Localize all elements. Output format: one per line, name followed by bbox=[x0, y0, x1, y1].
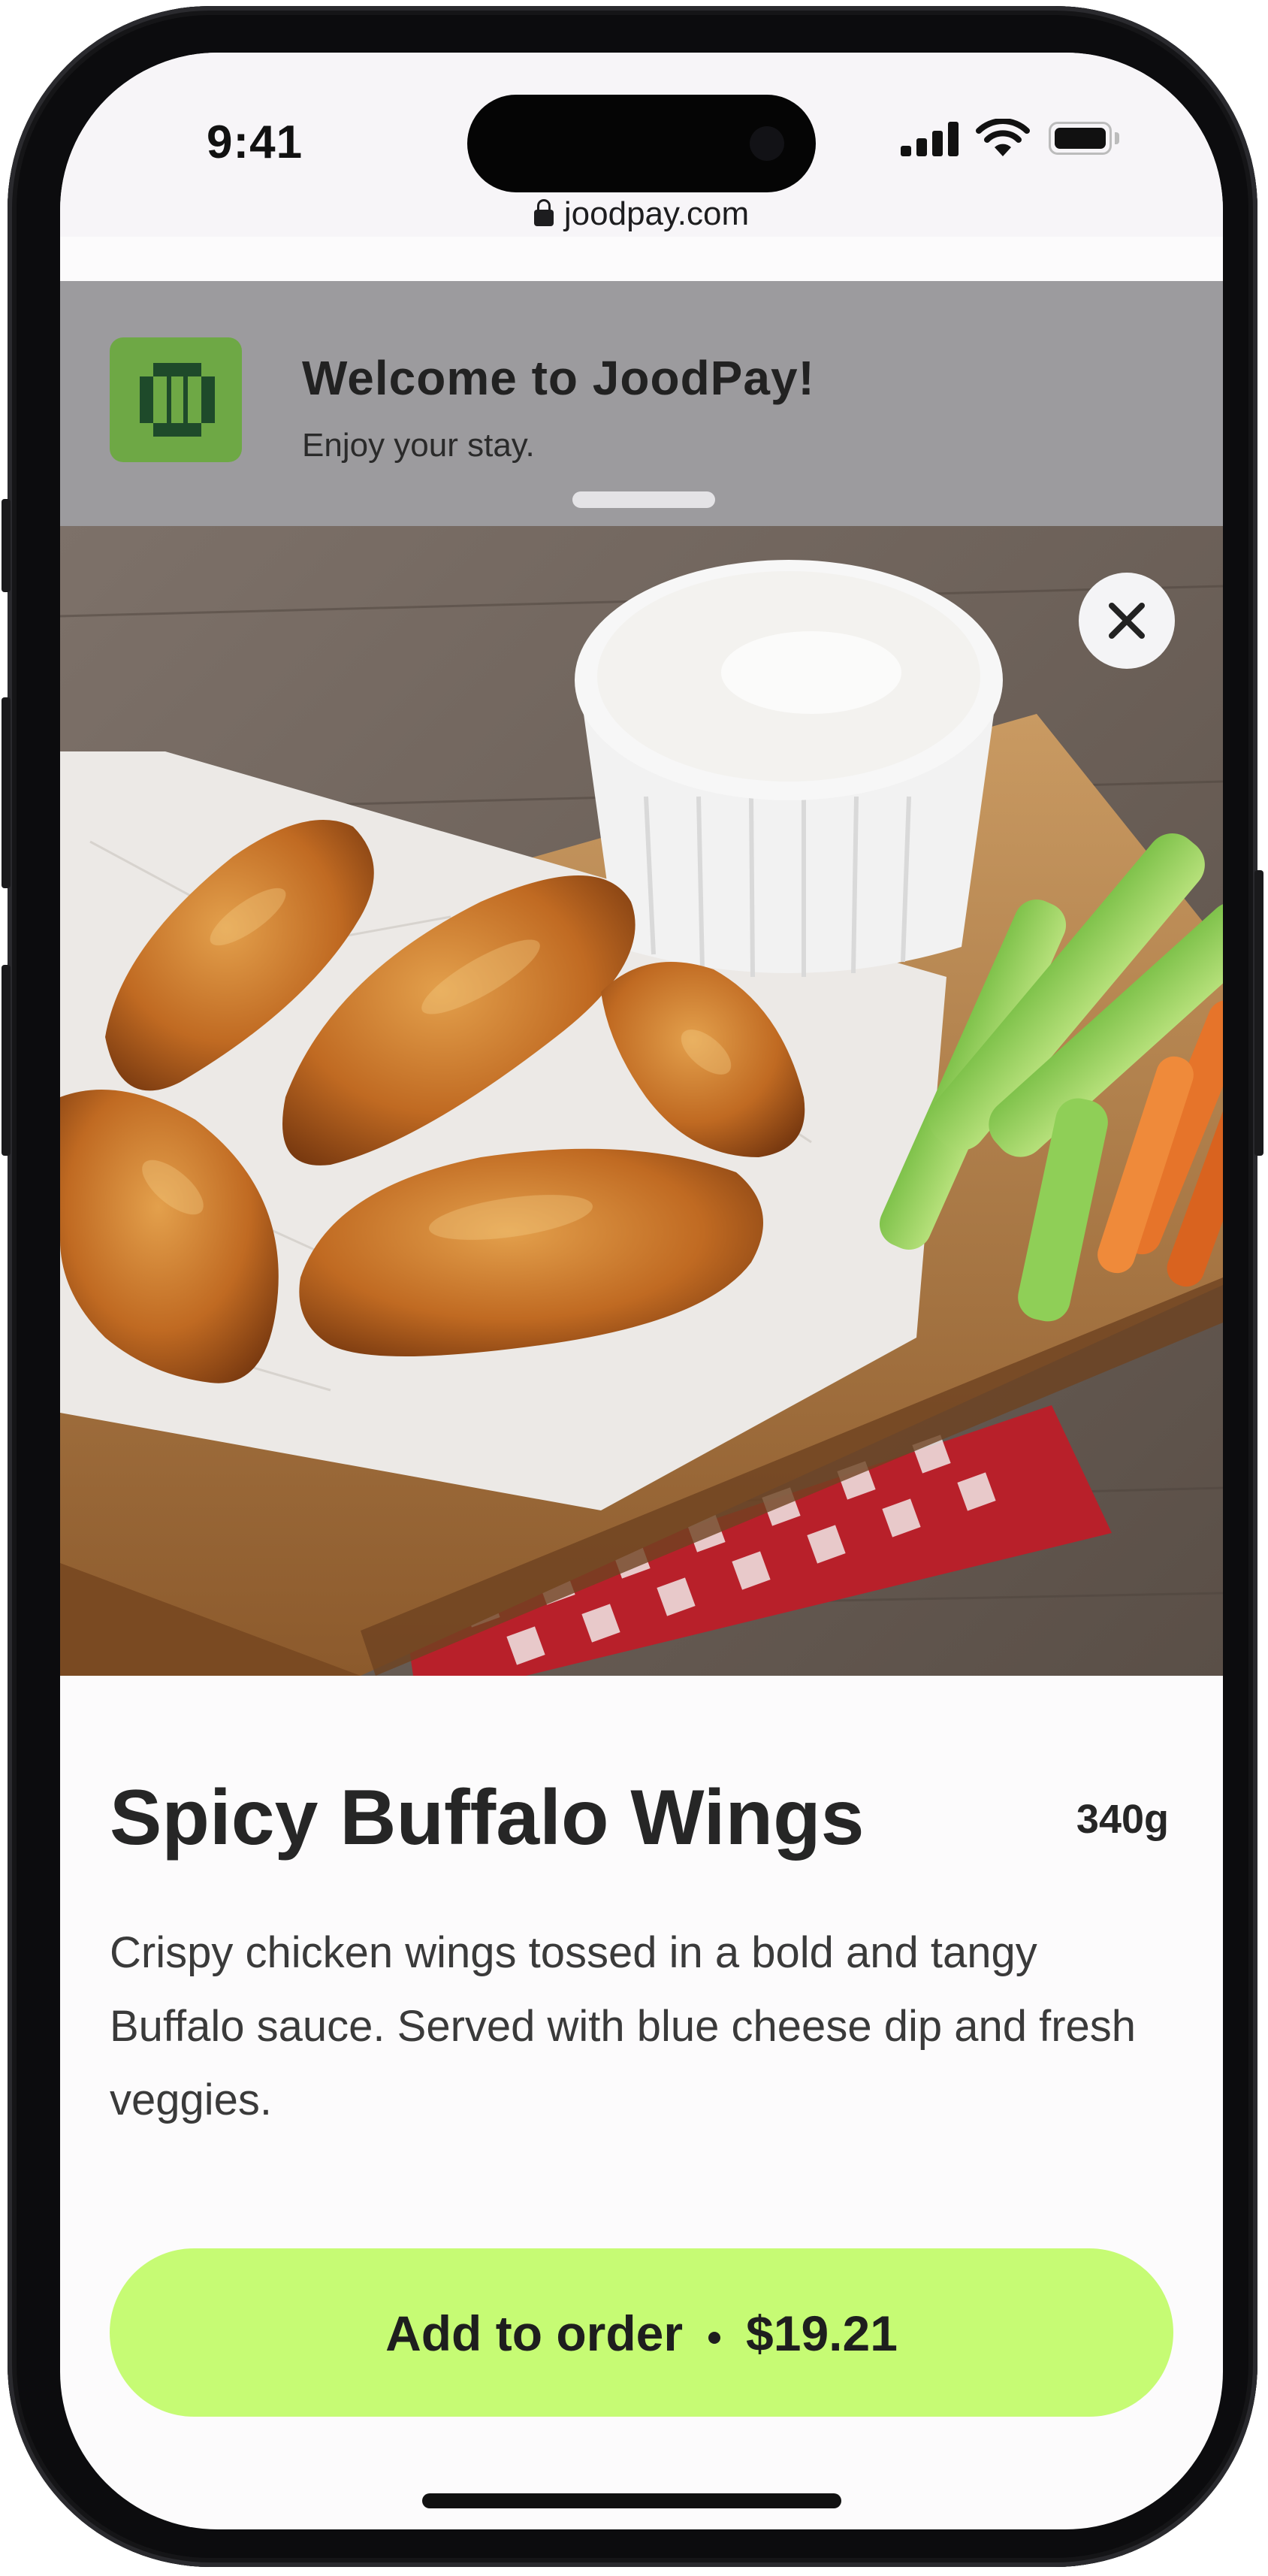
wifi-icon bbox=[976, 119, 1030, 156]
volume-up-button bbox=[2, 697, 11, 888]
welcome-banner[interactable]: Welcome to JoodPay! Enjoy your stay. bbox=[60, 281, 1223, 526]
power-button bbox=[1254, 870, 1263, 1156]
lock-icon bbox=[533, 199, 554, 226]
product-description: Crispy chicken wings tossed in a bold an… bbox=[110, 1928, 1137, 2124]
close-button[interactable] bbox=[1079, 573, 1175, 669]
status-bar: 9:41 joodpay.com bbox=[60, 53, 1223, 237]
screen: 9:41 joodpay.com Welcome to JoodPay! Enj… bbox=[60, 53, 1223, 2529]
front-camera bbox=[750, 126, 784, 161]
address-bar[interactable]: joodpay.com bbox=[60, 195, 1223, 233]
product-image bbox=[60, 526, 1223, 1676]
cellular-signal-icon bbox=[901, 122, 961, 156]
banner-subtitle: Enjoy your stay. bbox=[302, 427, 535, 464]
add-to-order-button[interactable]: Add to order $19.21 bbox=[110, 2248, 1173, 2417]
url-text: joodpay.com bbox=[563, 195, 750, 232]
joodpay-logo bbox=[110, 337, 242, 462]
banner-title: Welcome to JoodPay! bbox=[302, 351, 815, 405]
close-icon bbox=[1109, 603, 1145, 639]
separator-dot bbox=[708, 2331, 721, 2344]
banner-drag-handle[interactable] bbox=[572, 491, 715, 508]
add-to-order-label: Add to order bbox=[385, 2305, 684, 2361]
silent-switch bbox=[2, 499, 11, 592]
status-time: 9:41 bbox=[207, 116, 303, 168]
order-price: $19.21 bbox=[746, 2305, 898, 2361]
battery-icon bbox=[1049, 122, 1121, 156]
product-weight: 340g bbox=[1076, 1797, 1169, 1842]
home-indicator[interactable] bbox=[422, 2493, 841, 2508]
product-title: Spicy Buffalo Wings bbox=[110, 1774, 865, 1861]
phone-frame: 9:41 joodpay.com Welcome to JoodPay! Enj… bbox=[2, 6, 1263, 2567]
volume-down-button bbox=[2, 965, 11, 1156]
dynamic-island bbox=[467, 95, 816, 192]
